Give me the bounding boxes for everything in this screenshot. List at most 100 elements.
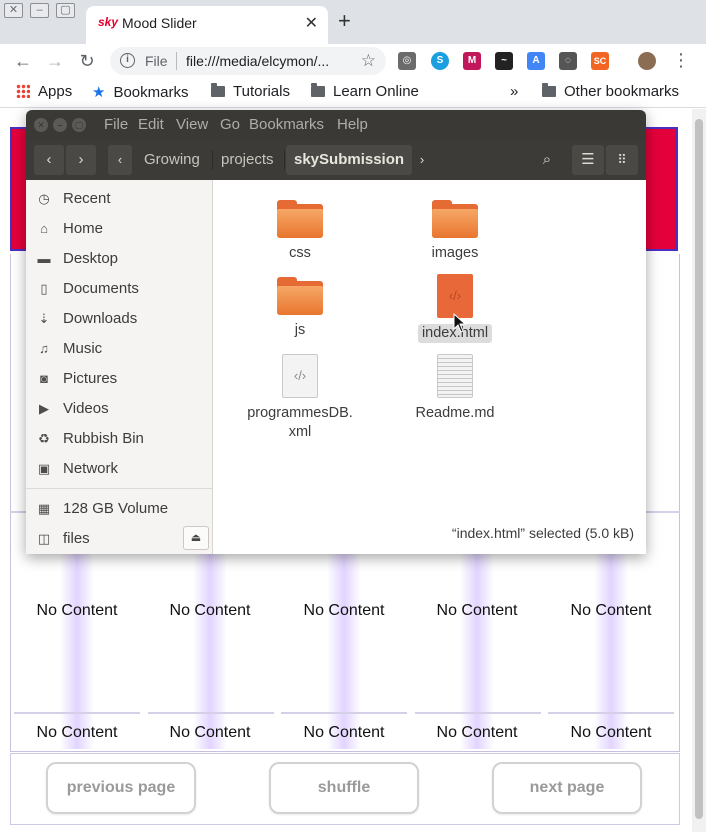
menu-edit[interactable]: Edit <box>138 116 164 133</box>
sidebar-item-pictures[interactable]: ◙ Pictures <box>26 365 213 393</box>
sidebar-item-music[interactable]: ♫ Music <box>26 335 213 363</box>
file-item-css[interactable]: css <box>230 200 370 263</box>
bookmark-tutorials[interactable]: Tutorials <box>211 83 290 100</box>
tab-close-icon[interactable]: ✕ <box>305 13 318 33</box>
window-close-button[interactable]: ✕ <box>4 3 23 18</box>
extension-sc-icon[interactable]: SC <box>591 52 609 70</box>
back-icon[interactable]: ‹ <box>34 145 64 175</box>
sidebar-item-desktop[interactable]: ▬ Desktop <box>26 245 213 273</box>
programme-cell[interactable]: No Content <box>12 724 142 742</box>
sidebar-item-home[interactable]: ⌂ Home <box>26 215 213 243</box>
programme-cell[interactable]: No Content <box>12 602 142 620</box>
next-page-button[interactable]: next page <box>492 762 642 814</box>
mouse-cursor-icon <box>453 313 467 333</box>
shuffle-button[interactable]: shuffle <box>269 762 419 814</box>
file-item-images[interactable]: images <box>385 200 525 263</box>
programme-cell[interactable]: No Content <box>145 602 275 620</box>
programme-cell[interactable]: No Content <box>546 602 676 620</box>
sidebar-item-downloads[interactable]: ⇣ Downloads <box>26 305 213 333</box>
programme-cell[interactable]: No Content <box>412 724 542 742</box>
extension-bulb-icon[interactable]: ◌ <box>559 52 577 70</box>
grid-view-icon[interactable]: ⠿ <box>606 145 638 175</box>
menu-go[interactable]: Go <box>220 116 240 133</box>
window-maximize-button[interactable]: ▢ <box>56 3 75 18</box>
page-scrollbar[interactable] <box>692 109 706 832</box>
sidebar-item-label: Documents <box>63 280 139 297</box>
extension-translate-icon[interactable]: A <box>527 52 545 70</box>
star-icon: ★ <box>92 84 106 101</box>
scrollbar-thumb[interactable] <box>695 119 703 819</box>
bookmark-apps[interactable]: Apps <box>16 83 72 100</box>
programme-cell[interactable]: No Content <box>546 724 676 742</box>
window-minimize-button[interactable]: – <box>30 3 49 18</box>
url-text[interactable]: file:///media/elcymon/... <box>186 53 346 69</box>
browser-tab[interactable]: sky Mood Slider ✕ <box>86 6 328 44</box>
menu-bookmarks[interactable]: Bookmarks <box>249 116 324 133</box>
folder-icon <box>277 277 323 315</box>
sidebar-item-rubbish-bin[interactable]: ♻ Rubbish Bin <box>26 425 213 453</box>
programme-cell[interactable]: No Content <box>279 724 409 742</box>
programme-cell[interactable]: No Content <box>412 602 542 620</box>
tab-title: Mood Slider <box>122 15 197 31</box>
search-icon[interactable]: ⌕ <box>532 145 562 175</box>
bookmarks-overflow-button[interactable]: » <box>510 83 518 100</box>
extension-wave-icon[interactable]: ~ <box>495 52 513 70</box>
reload-icon[interactable]: ↻ <box>74 48 100 74</box>
menu-view[interactable]: View <box>176 116 208 133</box>
menu-help[interactable]: Help <box>337 116 368 133</box>
info-icon[interactable]: i <box>120 53 135 68</box>
sidebar-separator <box>26 488 213 489</box>
mood-column <box>327 549 361 749</box>
breadcrumb-projects[interactable]: projects <box>213 145 282 175</box>
extension-skype-icon[interactable]: S <box>431 52 449 70</box>
drive-icon: ▦ <box>37 501 51 516</box>
fm-minimize-icon[interactable]: – <box>53 118 67 132</box>
address-bar[interactable]: i File file:///media/elcymon/... ☆ <box>110 47 386 75</box>
sidebar-item-label: Recent <box>63 190 111 207</box>
sidebar-item-label: Rubbish Bin <box>63 430 144 447</box>
file-item-js[interactable]: js <box>230 277 370 340</box>
divider <box>415 712 541 714</box>
sidebar-item-label: Pictures <box>63 370 118 387</box>
eject-icon[interactable]: ⏏ <box>183 526 209 550</box>
back-arrow-icon[interactable]: ← <box>10 48 36 74</box>
extension-m-icon[interactable]: M <box>463 52 481 70</box>
file-label: xml <box>288 424 312 440</box>
sidebar-item-documents[interactable]: ▯ Documents <box>26 275 213 303</box>
breadcrumb-growing[interactable]: Growing <box>136 145 208 175</box>
sidebar-item-network[interactable]: ▣ Network <box>26 455 213 483</box>
bookmark-label: Learn Online <box>333 83 419 100</box>
path-right-icon[interactable]: › <box>410 145 434 175</box>
menu-file[interactable]: File <box>104 116 128 133</box>
breadcrumb-skysubmission[interactable]: skySubmission <box>286 145 413 175</box>
programme-cell[interactable]: No Content <box>145 724 275 742</box>
bookmarks-bar: Apps ★ Bookmarks Tutorials Learn Online »… <box>0 78 706 108</box>
new-tab-button[interactable]: + <box>338 10 351 32</box>
extension-film-reel-icon[interactable]: ◎ <box>398 52 416 70</box>
path-left-icon[interactable]: ‹ <box>108 145 132 175</box>
browser-menu-icon[interactable]: ⋮ <box>672 50 690 71</box>
document-icon: ▯ <box>40 281 48 296</box>
fm-close-icon[interactable]: ✕ <box>34 118 48 132</box>
file-item-programmesdb-xml[interactable]: ‹/› programmesDB. xml <box>230 354 370 442</box>
fm-maximize-icon[interactable]: ▢ <box>72 118 86 132</box>
programme-cell[interactable]: No Content <box>279 602 409 620</box>
bookmark-learn-online[interactable]: Learn Online <box>311 83 419 100</box>
sky-favicon-icon: sky <box>98 15 119 29</box>
bookmark-star-icon[interactable]: ☆ <box>361 51 376 71</box>
forward-arrow-icon[interactable]: → <box>42 48 68 74</box>
status-bar-text: “index.html” selected (5.0 kB) <box>451 525 634 541</box>
file-label: js <box>294 322 306 338</box>
list-view-icon[interactable]: ☰ <box>572 145 604 175</box>
bookmark-other[interactable]: Other bookmarks <box>542 83 679 100</box>
video-icon: ▶ <box>39 401 49 416</box>
sidebar-item-128gb-volume[interactable]: ▦ 128 GB Volume <box>26 495 213 523</box>
previous-page-button[interactable]: previous page <box>46 762 196 814</box>
profile-avatar[interactable] <box>638 52 656 70</box>
forward-icon[interactable]: › <box>66 145 96 175</box>
sidebar-item-videos[interactable]: ▶ Videos <box>26 395 213 423</box>
sidebar-item-recent[interactable]: ◷ Recent <box>26 185 213 213</box>
sidebar-item-label: Videos <box>63 400 109 417</box>
bookmark-bookmarks[interactable]: ★ Bookmarks <box>92 83 188 101</box>
file-item-readme-md[interactable]: Readme.md <box>385 354 525 423</box>
